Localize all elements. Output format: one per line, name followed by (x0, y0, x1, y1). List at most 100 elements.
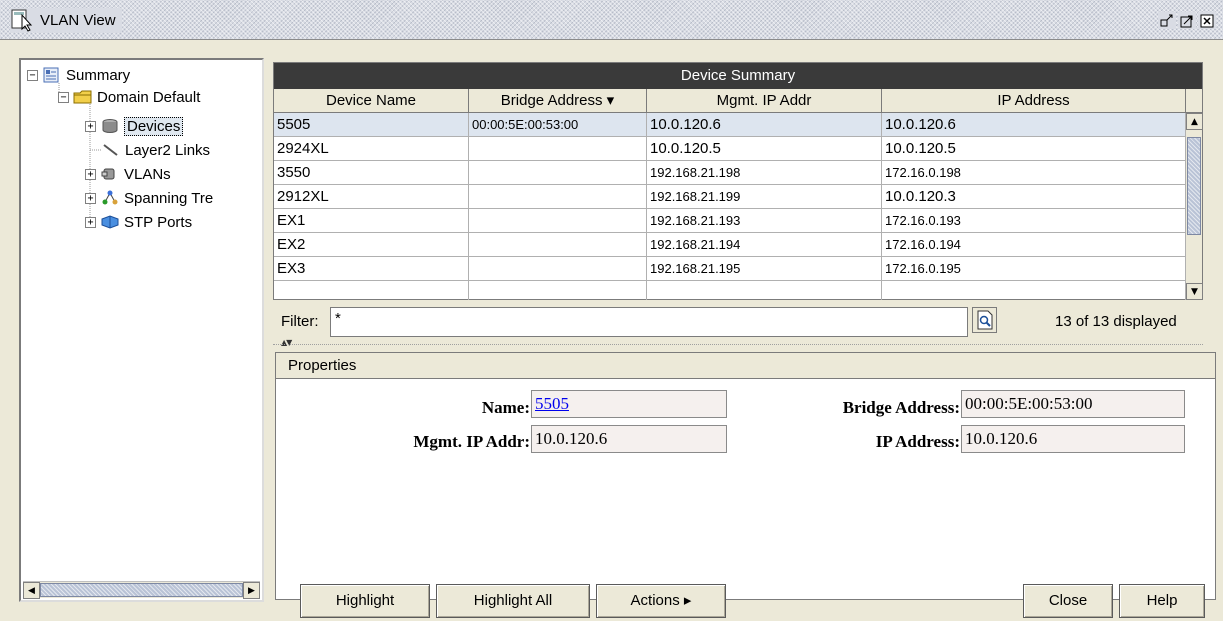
expand-icon[interactable]: + (85, 216, 96, 228)
properties-header: Properties (276, 353, 1215, 379)
column-header-mgmt-ip[interactable]: Mgmt. IP Addr (647, 89, 882, 113)
filter-search-icon[interactable] (972, 307, 997, 333)
tree-node-label: Layer2 Links (125, 141, 211, 159)
title-area: VLAN View (10, 8, 122, 32)
cell-bridge-address (469, 257, 647, 281)
filter-label: Filter: (281, 313, 319, 330)
cell-bridge-address (469, 185, 647, 209)
navigation-tree[interactable]: − Summary − Domain Default + Devices Lay… (19, 58, 264, 602)
cell-ip-address: 10.0.120.3 (882, 185, 1186, 209)
cell-bridge-address (469, 137, 647, 161)
close-icon[interactable] (1198, 12, 1216, 29)
cell-mgmt-ip: 192.168.21.198 (647, 161, 882, 185)
displayed-count: 13 of 13 displayed (1055, 313, 1177, 330)
cell-ip-address: 172.16.0.195 (882, 257, 1186, 281)
collapse-icon[interactable]: − (58, 91, 69, 103)
device-name-link[interactable]: 5505 (535, 394, 569, 413)
filter-input[interactable]: * (330, 307, 968, 337)
cell-bridge-address (469, 161, 647, 185)
folder-icon (73, 89, 93, 105)
properties-title: Properties (288, 357, 357, 374)
maximize-icon[interactable] (1178, 12, 1196, 29)
cell-ip-address: 172.16.0.198 (882, 161, 1186, 185)
column-header-bridge-address[interactable]: Bridge Address ▾ (469, 89, 647, 113)
tree-node-vlans[interactable]: + VLANs (85, 164, 171, 184)
scrollbar-thumb[interactable] (1187, 137, 1201, 235)
scroll-right-icon[interactable]: ▶ (243, 582, 260, 599)
tree-node-layer2-links[interactable]: Layer2 Links (101, 140, 210, 160)
tree-node-domain-default[interactable]: − Domain Default (58, 87, 200, 107)
property-ip-label: IP Address: (875, 432, 960, 451)
window-title: VLAN View (40, 11, 116, 29)
undock-icon[interactable] (1158, 12, 1176, 29)
property-bridge-label: Bridge Address: (842, 398, 960, 417)
cell-bridge-address: 00:00:5E:00:53:00 (469, 113, 647, 137)
scrollbar-thumb[interactable] (40, 583, 243, 597)
expand-icon[interactable]: + (85, 168, 96, 180)
scroll-up-icon[interactable]: ▲ (1186, 113, 1203, 130)
tree-node-devices[interactable]: + Devices (85, 116, 184, 136)
table-row[interactable]: 2912XL 192.168.21.199 10.0.120.3 (274, 185, 1186, 209)
expand-icon[interactable]: + (85, 120, 96, 132)
cell-ip-address: 172.16.0.194 (882, 233, 1186, 257)
cell-mgmt-ip (647, 281, 882, 300)
table-row[interactable]: EX2 192.168.21.194 172.16.0.194 (274, 233, 1186, 257)
database-icon (100, 118, 120, 134)
property-ip-value: 10.0.120.6 (961, 425, 1185, 453)
actions-button[interactable]: Actions ▸ (596, 584, 726, 618)
tree-node-spanning-tree[interactable]: + Spanning Tre (85, 188, 213, 208)
highlight-button[interactable]: Highlight (300, 584, 430, 618)
cell-mgmt-ip: 192.168.21.199 (647, 185, 882, 209)
column-header-device-name[interactable]: Device Name (274, 89, 469, 113)
title-bar[interactable]: VLAN View (0, 0, 1223, 40)
table-row[interactable]: 5505 00:00:5E:00:53:00 10.0.120.6 10.0.1… (274, 113, 1186, 137)
collapse-icon[interactable]: − (27, 69, 38, 81)
cell-ip-address: 172.16.0.193 (882, 209, 1186, 233)
help-button[interactable]: Help (1119, 584, 1205, 618)
scroll-left-icon[interactable]: ◀ (23, 582, 40, 599)
tree-node-label: VLANs (124, 165, 171, 183)
table-title: Device Summary (274, 63, 1202, 89)
cell-bridge-address (469, 281, 647, 300)
table-vertical-scrollbar[interactable]: ▲ ▼ (1185, 113, 1203, 300)
table-row[interactable]: EX3 192.168.21.195 172.16.0.195 (274, 257, 1186, 281)
property-bridge-value: 00:00:5E:00:53:00 (961, 390, 1185, 418)
table-row[interactable]: EX1 192.168.21.193 172.16.0.193 (274, 209, 1186, 233)
table-row[interactable]: 3550 192.168.21.198 172.16.0.198 (274, 161, 1186, 185)
tree-node-label: Spanning Tre (124, 189, 214, 207)
property-name-value: 5505 (531, 390, 727, 418)
device-summary-table[interactable]: Device Summary Device Name Bridge Addres… (273, 62, 1203, 300)
cell-ip-address: 10.0.120.6 (882, 113, 1186, 137)
cell-device-name: EX2 (274, 233, 469, 257)
scroll-down-icon[interactable]: ▼ (1186, 283, 1203, 300)
close-button[interactable]: Close (1023, 584, 1113, 618)
stp-ports-icon (100, 214, 120, 230)
cell-mgmt-ip: 10.0.120.5 (647, 137, 882, 161)
table-row-partial[interactable] (274, 281, 1186, 300)
cell-mgmt-ip: 192.168.21.193 (647, 209, 882, 233)
property-name-label: Name: (481, 398, 530, 417)
cell-ip-address: 10.0.120.5 (882, 137, 1186, 161)
vlan-icon (100, 166, 120, 182)
table-row[interactable]: 2924XL 10.0.120.5 10.0.120.5 (274, 137, 1186, 161)
summary-icon (42, 67, 62, 83)
cell-mgmt-ip: 10.0.120.6 (647, 113, 882, 137)
cell-bridge-address (469, 209, 647, 233)
tree-node-summary[interactable]: − Summary (27, 65, 130, 85)
pane-splitter[interactable] (273, 344, 1203, 350)
tree-node-label: STP Ports (124, 213, 193, 231)
tree-horizontal-scrollbar[interactable]: ◀ ▶ (23, 581, 260, 599)
cell-device-name: EX3 (274, 257, 469, 281)
tree-node-label: Devices (124, 116, 184, 136)
column-header-ip-address[interactable]: IP Address (882, 89, 1186, 113)
cell-device-name: 3550 (274, 161, 469, 185)
cell-bridge-address (469, 233, 647, 257)
cell-device-name: 2924XL (274, 137, 469, 161)
tree-node-stp-ports[interactable]: + STP Ports (85, 212, 192, 232)
cell-ip-address (882, 281, 1186, 300)
table-body: 5505 00:00:5E:00:53:00 10.0.120.6 10.0.1… (274, 113, 1186, 300)
highlight-all-button[interactable]: Highlight All (436, 584, 590, 618)
expand-icon[interactable]: + (85, 192, 96, 204)
cell-device-name: 2912XL (274, 185, 469, 209)
tree-node-label: Domain Default (97, 88, 201, 106)
